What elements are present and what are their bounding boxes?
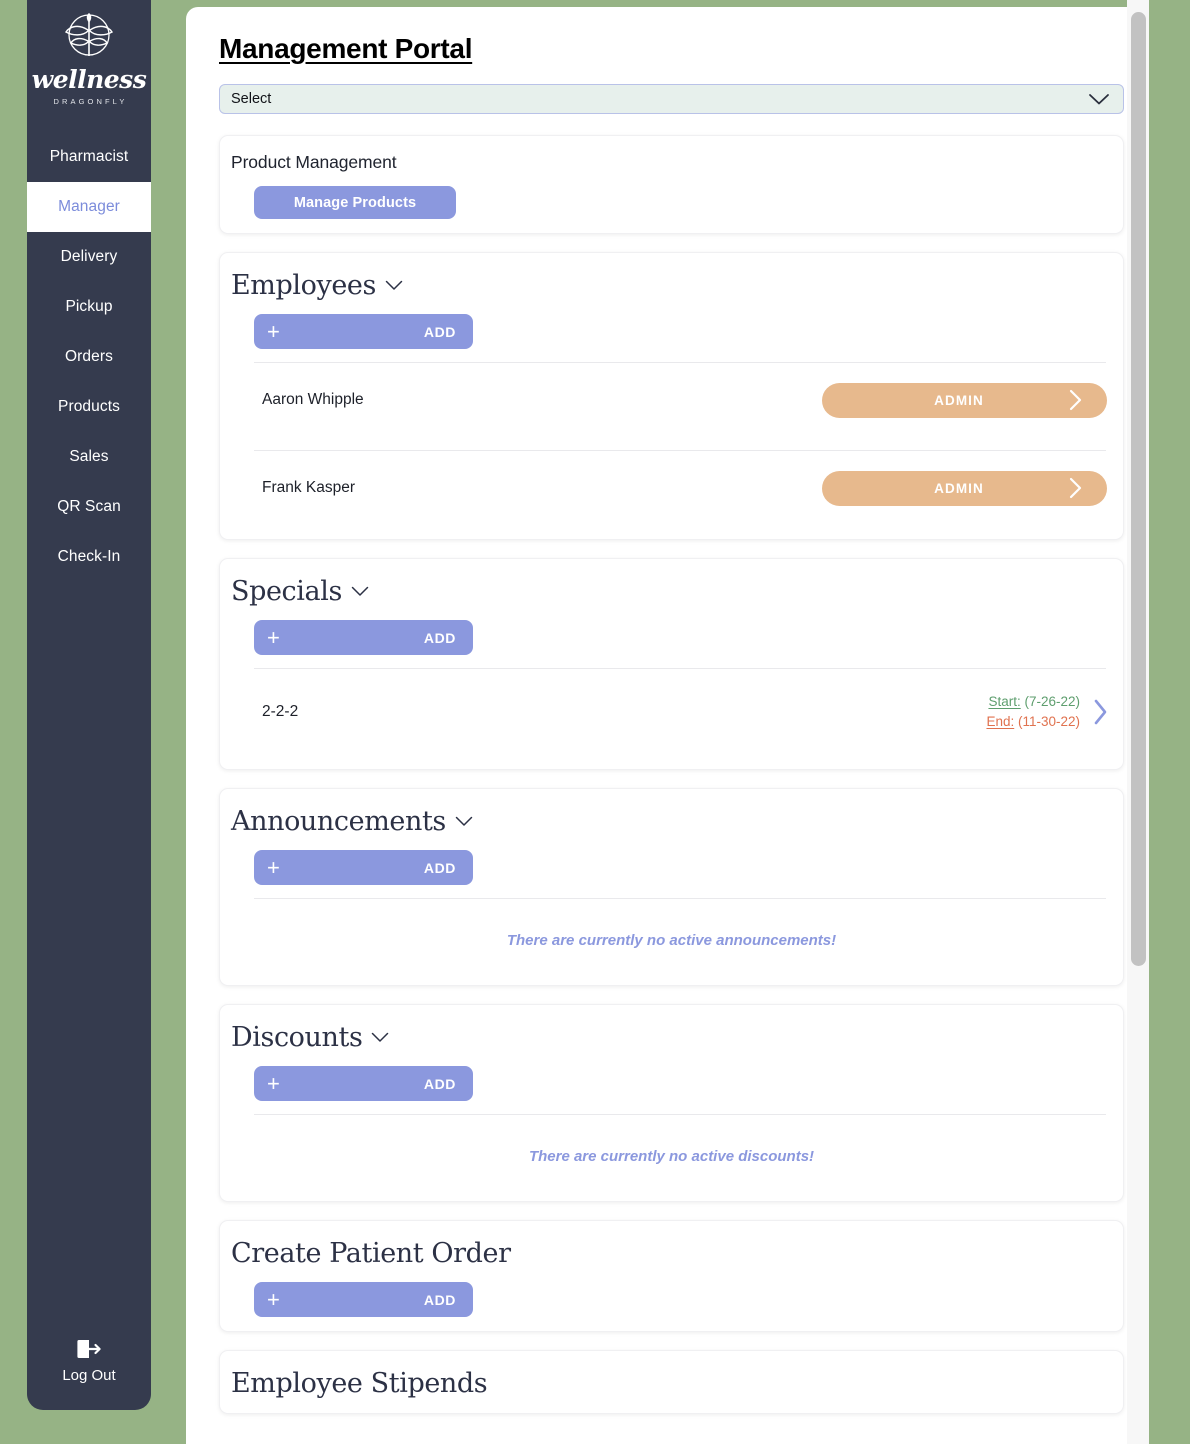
special-row-right: Start: (7-26-22) End: (11-30-22) bbox=[986, 692, 1110, 731]
end-value: (11-30-22) bbox=[1014, 714, 1080, 729]
sidebar-item-products[interactable]: Products bbox=[27, 382, 151, 432]
product-management-card: Product Management Manage Products bbox=[219, 135, 1124, 234]
special-start-date: Start: (7-26-22) bbox=[986, 692, 1080, 712]
sidebar-item-pickup[interactable]: Pickup bbox=[27, 282, 151, 332]
sidebar-item-label: Delivery bbox=[60, 248, 118, 265]
special-name: 2-2-2 bbox=[262, 703, 299, 720]
start-value: (7-26-22) bbox=[1020, 694, 1080, 710]
announcements-add-button[interactable]: + ADD bbox=[254, 850, 473, 885]
create-patient-order-add-button[interactable]: + ADD bbox=[254, 1282, 473, 1317]
employee-stipends-card: Employee Stipends bbox=[219, 1350, 1124, 1414]
announcements-card: Announcements + ADD There are currently … bbox=[219, 788, 1124, 986]
sidebar: wellness DRAGONFLY Pharmacist Manager De… bbox=[27, 0, 151, 1410]
logout-button[interactable]: Log Out bbox=[62, 1338, 116, 1384]
chevron-right-icon bbox=[1069, 389, 1082, 411]
chevron-down-icon bbox=[372, 1032, 389, 1042]
logo-subtext: DRAGONFLY bbox=[53, 97, 128, 106]
plus-icon: + bbox=[267, 318, 280, 344]
add-label: ADD bbox=[423, 1291, 456, 1308]
logout-label: Log Out bbox=[62, 1367, 116, 1384]
portal-select-value: Select bbox=[231, 91, 272, 107]
table-row[interactable]: 2-2-2 Start: (7-26-22) End: (11-30-22) bbox=[220, 669, 1123, 755]
plus-icon: + bbox=[267, 854, 280, 880]
discounts-title: Discounts bbox=[231, 1022, 363, 1053]
app-root: wellness DRAGONFLY Pharmacist Manager De… bbox=[0, 0, 1190, 1444]
dragonfly-plant-logo-icon bbox=[65, 13, 113, 56]
main-content-panel: Management Portal Select Product Managem… bbox=[186, 7, 1127, 1444]
sidebar-nav: Pharmacist Manager Delivery Pickup Order… bbox=[27, 132, 151, 582]
chevron-down-icon bbox=[385, 280, 403, 290]
brand-logo: wellness DRAGONFLY bbox=[27, 0, 151, 106]
employees-add-button[interactable]: + ADD bbox=[254, 314, 473, 349]
create-patient-order-card: Create Patient Order + ADD bbox=[219, 1220, 1124, 1332]
special-end-date: End: (11-30-22) bbox=[986, 712, 1080, 732]
specials-card: Specials + ADD 2-2-2 Start: (7-26-22) En… bbox=[219, 558, 1124, 770]
sidebar-item-check-in[interactable]: Check-In bbox=[27, 532, 151, 582]
discounts-add-button[interactable]: + ADD bbox=[254, 1066, 473, 1101]
start-label: Start: bbox=[988, 694, 1021, 710]
sidebar-item-label: Check-In bbox=[57, 548, 121, 565]
employees-section-header[interactable]: Employees bbox=[231, 270, 1123, 301]
chevron-down-icon bbox=[351, 586, 369, 596]
employee-name: Frank Kasper bbox=[262, 479, 356, 496]
plus-icon: + bbox=[267, 624, 280, 650]
status-badge: ADMIN bbox=[934, 480, 984, 496]
chevron-down-icon bbox=[455, 816, 473, 826]
employee-name: Aaron Whipple bbox=[262, 391, 364, 408]
create-patient-order-header: Create Patient Order bbox=[231, 1238, 1123, 1269]
discounts-empty-message: There are currently no active discounts! bbox=[528, 1148, 815, 1165]
table-row[interactable]: Aaron Whipple ADMIN bbox=[220, 363, 1123, 437]
employee-stipends-title: Employee Stipends bbox=[231, 1368, 488, 1399]
manage-products-button[interactable]: Manage Products bbox=[254, 186, 456, 219]
announcements-section-header[interactable]: Announcements bbox=[231, 806, 1123, 837]
table-row[interactable]: Frank Kasper ADMIN bbox=[220, 451, 1123, 525]
employee-role-badge[interactable]: ADMIN bbox=[822, 470, 1107, 506]
sidebar-item-label: Orders bbox=[65, 348, 113, 365]
specials-title: Specials bbox=[231, 576, 342, 607]
sidebar-item-pharmacist[interactable]: Pharmacist bbox=[27, 132, 151, 182]
sidebar-item-label: QR Scan bbox=[57, 498, 121, 515]
logo-wordmark: wellness bbox=[31, 65, 147, 94]
product-management-title: Product Management bbox=[231, 152, 397, 172]
specials-section-header[interactable]: Specials bbox=[231, 576, 1123, 607]
employees-title: Employees bbox=[231, 270, 376, 301]
scrollbar-thumb[interactable] bbox=[1131, 12, 1146, 966]
announcements-empty-message: There are currently no active announceme… bbox=[506, 932, 837, 949]
sidebar-item-manager[interactable]: Manager bbox=[27, 182, 151, 232]
special-dates: Start: (7-26-22) End: (11-30-22) bbox=[986, 692, 1080, 731]
create-patient-order-title: Create Patient Order bbox=[231, 1238, 511, 1269]
announcements-title: Announcements bbox=[231, 806, 446, 837]
add-label: ADD bbox=[423, 859, 456, 876]
discounts-card: Discounts + ADD There are currently no a… bbox=[219, 1004, 1124, 1202]
end-label: End: bbox=[986, 714, 1015, 729]
page-title: Management Portal bbox=[219, 33, 473, 64]
sidebar-item-qr-scan[interactable]: QR Scan bbox=[27, 482, 151, 532]
sidebar-item-label: Manager bbox=[58, 198, 120, 215]
sidebar-item-delivery[interactable]: Delivery bbox=[27, 232, 151, 282]
sidebar-item-orders[interactable]: Orders bbox=[27, 332, 151, 382]
plus-icon: + bbox=[267, 1070, 280, 1096]
employee-role-badge[interactable]: ADMIN bbox=[822, 382, 1107, 418]
add-label: ADD bbox=[423, 629, 456, 646]
sidebar-item-sales[interactable]: Sales bbox=[27, 432, 151, 482]
add-label: ADD bbox=[423, 323, 456, 340]
discounts-section-header[interactable]: Discounts bbox=[231, 1022, 1123, 1053]
sidebar-item-label: Pharmacist bbox=[49, 148, 129, 165]
sidebar-item-label: Sales bbox=[69, 448, 109, 465]
employee-stipends-header: Employee Stipends bbox=[231, 1368, 1123, 1399]
add-label: ADD bbox=[423, 1075, 456, 1092]
portal-select[interactable]: Select bbox=[219, 84, 1124, 114]
plus-icon: + bbox=[267, 1286, 280, 1312]
logout-icon bbox=[77, 1340, 101, 1358]
status-badge: ADMIN bbox=[934, 392, 984, 408]
chevron-down-icon bbox=[1089, 93, 1109, 104]
sidebar-item-label: Products bbox=[58, 398, 120, 415]
employees-card: Employees + ADD Aaron Whipple ADMIN Fran… bbox=[219, 252, 1124, 540]
chevron-right-icon bbox=[1069, 477, 1082, 499]
sidebar-item-label: Pickup bbox=[65, 298, 113, 315]
chevron-right-icon[interactable] bbox=[1092, 697, 1110, 727]
specials-add-button[interactable]: + ADD bbox=[254, 620, 473, 655]
